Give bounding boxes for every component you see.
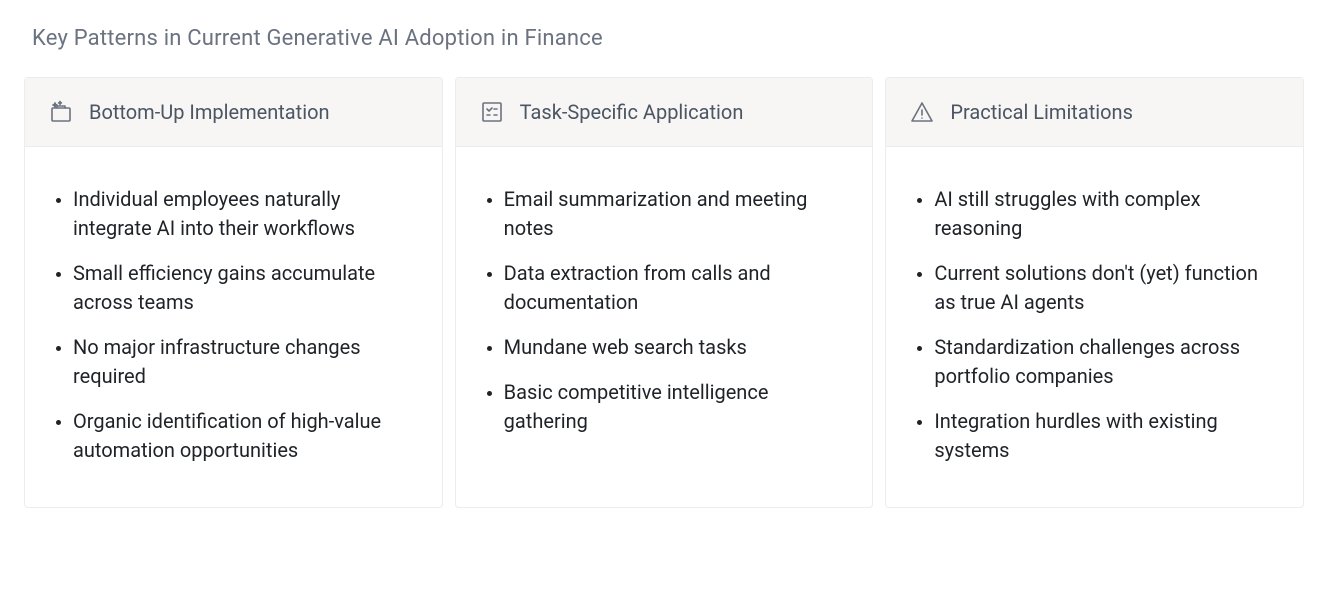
page: Key Patterns in Current Generative AI Ad… — [0, 0, 1328, 596]
point-list: Individual employees naturally integrate… — [51, 185, 416, 465]
card-title: Practical Limitations — [950, 100, 1133, 124]
card-body: Individual employees naturally integrate… — [25, 147, 442, 507]
card-body: AI still struggles with complex reasonin… — [886, 147, 1303, 507]
list-item: Integration hurdles with existing system… — [934, 407, 1277, 465]
card-body: Email summarization and meeting notes Da… — [456, 147, 873, 478]
list-item: No major infrastructure changes required — [73, 333, 416, 391]
card-task-specific: Task-Specific Application Email summariz… — [455, 77, 874, 508]
list-item: Individual employees naturally integrate… — [73, 185, 416, 243]
sparkle-box-icon — [49, 100, 73, 124]
list-item: Current solutions don't (yet) function a… — [934, 259, 1277, 317]
list-item: Email summarization and meeting notes — [504, 185, 847, 243]
list-item: Data extraction from calls and documenta… — [504, 259, 847, 317]
list-item: Mundane web search tasks — [504, 333, 847, 362]
list-item: Standardization challenges across portfo… — [934, 333, 1277, 391]
list-item: Small efficiency gains accumulate across… — [73, 259, 416, 317]
card-bottom-up: Bottom-Up Implementation Individual empl… — [24, 77, 443, 508]
card-title: Bottom-Up Implementation — [89, 100, 330, 124]
warning-icon — [910, 100, 934, 124]
point-list: Email summarization and meeting notes Da… — [482, 185, 847, 436]
card-row: Bottom-Up Implementation Individual empl… — [24, 77, 1304, 508]
list-item: Basic competitive intelligence gathering — [504, 378, 847, 436]
list-item: Organic identification of high-value aut… — [73, 407, 416, 465]
page-title: Key Patterns in Current Generative AI Ad… — [32, 26, 1304, 51]
point-list: AI still struggles with complex reasonin… — [912, 185, 1277, 465]
card-header: Bottom-Up Implementation — [25, 78, 442, 147]
card-header: Task-Specific Application — [456, 78, 873, 147]
card-limitations: Practical Limitations AI still struggles… — [885, 77, 1304, 508]
card-title: Task-Specific Application — [520, 100, 744, 124]
card-header: Practical Limitations — [886, 78, 1303, 147]
checklist-icon — [480, 100, 504, 124]
list-item: AI still struggles with complex reasonin… — [934, 185, 1277, 243]
